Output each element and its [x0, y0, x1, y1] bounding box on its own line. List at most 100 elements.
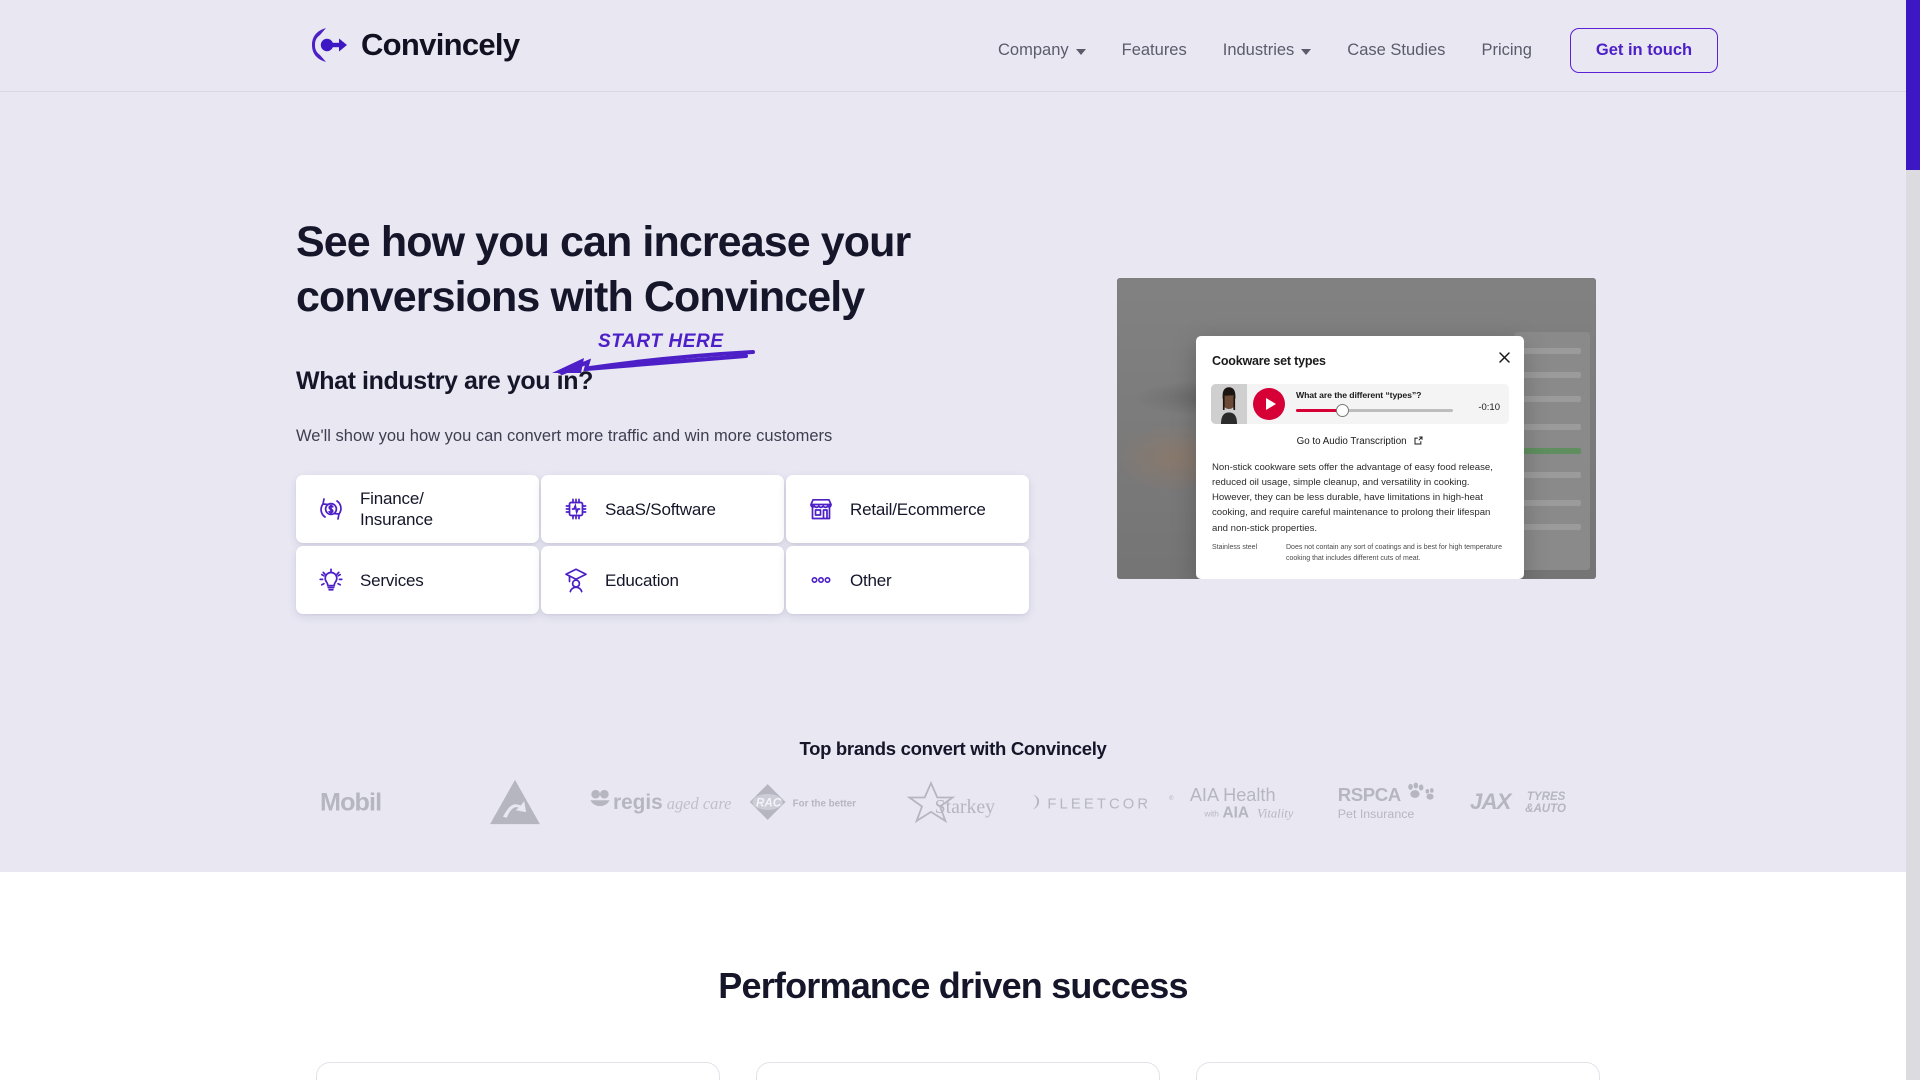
- product-demo-preview: Cookware set types What are the differen…: [1117, 278, 1596, 579]
- comparison-key: Stainless steel: [1212, 544, 1258, 551]
- performance-section-title: Performance driven success: [718, 965, 1188, 1006]
- performance-card-row: [316, 1062, 1600, 1080]
- storefront-icon: [806, 494, 836, 524]
- site-header: Convincely Company Features Industries C…: [0, 0, 1906, 92]
- svg-text:JAX: JAX: [1470, 789, 1513, 814]
- headline-line-2: conversions with Convincely: [296, 273, 865, 322]
- brand-logo-fleetcor: FLEETCOR ®: [1030, 773, 1176, 831]
- svg-text:regis: regis: [613, 791, 663, 814]
- audio-transcription-link[interactable]: Go to Audio Transcription: [1196, 435, 1524, 447]
- nav-item-company[interactable]: Company: [980, 33, 1104, 68]
- page-root: Convincely Company Features Industries C…: [0, 0, 1920, 1080]
- fleetcor-logo-icon: FLEETCOR ®: [1032, 794, 1174, 812]
- headline-line-1: See how you can increase your: [296, 218, 911, 266]
- industry-question: What industry are you in?: [296, 367, 593, 396]
- arrow-triangle-logo-icon: [490, 779, 541, 825]
- hero-content: See how you can increase your conversion…: [296, 215, 1036, 615]
- svg-text:RSPCA: RSPCA: [1338, 784, 1401, 805]
- brand-name: Convincely: [361, 27, 520, 62]
- comparison-value: Does not contain any sort of coatings an…: [1286, 544, 1502, 562]
- close-icon[interactable]: [1497, 350, 1512, 365]
- svg-text:®: ®: [1169, 794, 1174, 801]
- progress-slider[interactable]: [1296, 404, 1453, 417]
- industry-card-other[interactable]: Other: [786, 546, 1029, 615]
- presenter-avatar: [1211, 384, 1247, 424]
- svg-text:aged care: aged care: [667, 794, 732, 813]
- jax-tyres-auto-logo-icon: JAX TYRES &AUTO: [1470, 789, 1566, 815]
- hero-subcopy: We'll show you how you can convert more …: [296, 427, 833, 446]
- brand-logo-mobil: Mobil: [300, 773, 443, 831]
- nav-label: Pricing: [1481, 41, 1532, 59]
- finance-dollar-refresh-icon: [316, 494, 346, 524]
- modal-title: Cookware set types: [1212, 354, 1326, 368]
- nav-item-case-studies[interactable]: Case Studies: [1329, 33, 1463, 68]
- performance-card[interactable]: [1196, 1062, 1600, 1080]
- rac-logo-icon: RAC For the better: [749, 784, 856, 820]
- industry-card-saas-software[interactable]: SaaS/Software: [541, 475, 784, 544]
- svg-text:Vitality: Vitality: [1257, 806, 1294, 820]
- starkey-logo-icon: Starkey: [906, 780, 996, 824]
- brand-logo-regis-aged-care: regis aged care: [587, 773, 743, 831]
- hero-headline: See how you can increase your conversion…: [296, 215, 1036, 325]
- mobil-logo-icon: Mobil: [320, 789, 382, 817]
- brand-logo-starkey: Starkey: [886, 773, 1029, 831]
- industry-card-label: Education: [605, 570, 679, 590]
- svg-text:For the better: For the better: [792, 798, 855, 809]
- svg-text:AIA: AIA: [1223, 804, 1250, 821]
- lightbulb-icon: [316, 565, 346, 595]
- chevron-down-icon: [1301, 48, 1312, 55]
- industry-card-services[interactable]: Services: [296, 546, 539, 615]
- main-navigation: Company Features Industries Case Studies…: [980, 28, 1719, 73]
- graduation-student-icon: [561, 565, 591, 595]
- nav-label: Features: [1121, 41, 1187, 59]
- svg-text:RAC: RAC: [756, 796, 782, 809]
- brands-title: Top brands convert with Convincely: [799, 738, 1107, 759]
- cookware-modal: Cookware set types What are the differen…: [1196, 336, 1524, 579]
- nav-label: Company: [998, 41, 1069, 59]
- nav-item-pricing[interactable]: Pricing: [1463, 33, 1549, 68]
- industry-card-label: SaaS/Software: [605, 499, 716, 519]
- industry-question-row: What industry are you in? START HERE: [296, 331, 1036, 411]
- audio-player: What are the different “types”? -0:10: [1211, 384, 1509, 424]
- brand-logo-rspca: RSPCA Pet Insurance: [1319, 773, 1462, 831]
- svg-text:&AUTO: &AUTO: [1525, 803, 1566, 815]
- industry-card-education[interactable]: Education: [541, 546, 784, 615]
- nav-label: Case Studies: [1347, 41, 1446, 59]
- industry-card-label: Other: [850, 570, 892, 590]
- industry-card-label: Finance/Insurance: [360, 488, 433, 530]
- rspca-pet-insurance-logo-icon: RSPCA Pet Insurance: [1338, 782, 1434, 821]
- brand-logo[interactable]: Convincely: [307, 23, 520, 67]
- get-in-touch-button[interactable]: Get in touch: [1569, 28, 1719, 73]
- aia-health-logo-icon: AIA Health with AIA Vitality: [1190, 785, 1294, 821]
- svg-text:Pet Insurance: Pet Insurance: [1338, 807, 1415, 821]
- external-link-icon: [1414, 436, 1423, 445]
- svg-text:TYRES: TYRES: [1527, 791, 1566, 803]
- industry-card-retail-ecommerce[interactable]: Retail/Ecommerce: [786, 475, 1029, 544]
- svg-text:Starkey: Starkey: [935, 796, 996, 818]
- brand-logo-strip: Mobil regis aged care RAC For the better…: [300, 772, 1606, 832]
- performance-card[interactable]: [756, 1062, 1160, 1080]
- three-dots-icon: [806, 565, 836, 595]
- industry-card-label: Services: [360, 570, 424, 590]
- svg-text:FLEETCOR: FLEETCOR: [1047, 796, 1151, 812]
- brand-logo-arrow-triangle: [443, 773, 586, 831]
- page-scrollbar[interactable]: [1906, 0, 1920, 1080]
- performance-card[interactable]: [316, 1062, 720, 1080]
- play-icon[interactable]: [1253, 388, 1285, 420]
- player-question: What are the different “types”?: [1296, 390, 1422, 400]
- demo-sidebar-panel: [1514, 332, 1590, 570]
- nav-label: Industries: [1222, 41, 1295, 59]
- chevron-down-icon: [1075, 48, 1086, 55]
- brand-logo-jax-tyres-auto: JAX TYRES &AUTO: [1463, 773, 1606, 831]
- industry-card-finance-insurance[interactable]: Finance/Insurance: [296, 475, 539, 544]
- brand-logo-rac: RAC For the better: [743, 773, 886, 831]
- nav-item-industries[interactable]: Industries: [1205, 33, 1330, 68]
- progress-knob[interactable]: [1336, 404, 1349, 417]
- nav-item-features[interactable]: Features: [1104, 33, 1205, 68]
- industry-card-label: Retail/Ecommerce: [850, 499, 986, 519]
- industry-card-grid: Finance/Insurance SaaS/Software Retail/E…: [296, 475, 1029, 615]
- scrollbar-thumb[interactable]: [1906, 0, 1920, 170]
- modal-comparison-row: Stainless steel Does not contain any sor…: [1212, 543, 1508, 564]
- convincely-arrow-logo-icon: [307, 23, 351, 67]
- modal-body-text: Non-stick cookware sets offer the advant…: [1212, 462, 1493, 534]
